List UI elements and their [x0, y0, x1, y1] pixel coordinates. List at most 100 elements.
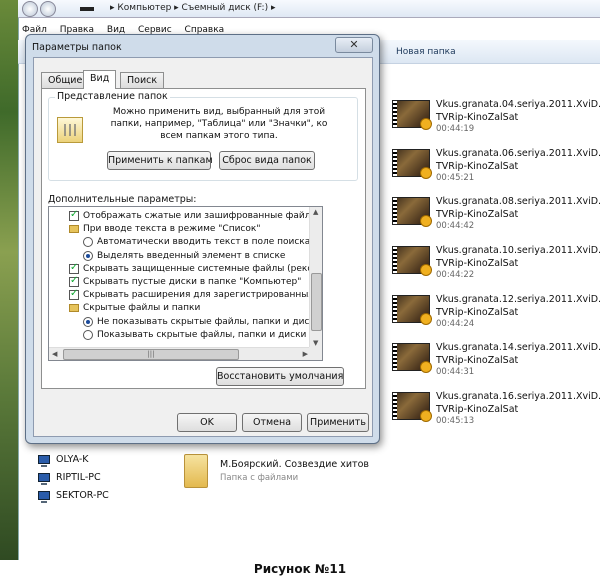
reset-folders-button[interactable]: Сброс вида папок — [219, 151, 315, 170]
drive-icon — [80, 7, 94, 11]
checkbox-icon[interactable] — [69, 209, 79, 221]
view-description: Можно применить вид, выбранный для этой … — [110, 107, 328, 141]
folder-type: Папка с файлами — [220, 473, 299, 483]
video-duration: 00:44:22 — [436, 270, 475, 281]
apply-to-folders-button[interactable]: Применить к папкам — [107, 151, 213, 170]
folder-name: М.Боярский. Созвездие хитов — [220, 459, 369, 470]
option-label: Скрывать расширения для зарегистрированн… — [83, 290, 322, 301]
video-duration: 00:44:42 — [436, 221, 475, 232]
file-list: Vkus.granata.04.seriya.2011.XviD.IP TVRip… — [390, 94, 600, 435]
forward-button-icon[interactable] — [40, 1, 56, 17]
option-label: При вводе текста в режиме "Список" — [83, 224, 261, 235]
view-tab-panel: Представление папок Можно применить вид,… — [41, 88, 366, 389]
advanced-option-check[interactable]: Скрывать пустые диски в папке "Компьютер… — [69, 275, 301, 289]
video-thumbnail-icon — [392, 246, 432, 277]
option-label: Показывать скрытые файлы, папки и диски — [97, 329, 307, 340]
folder-options-dialog: Параметры папок ✕ Общие Вид Поиск Предст… — [25, 34, 380, 444]
video-file-item[interactable]: Vkus.granata.14.seriya.2011.XviD.IP TVRip… — [390, 337, 600, 386]
new-folder-button[interactable]: Новая папка — [396, 47, 456, 57]
video-thumbnail-icon — [392, 100, 432, 130]
network-item[interactable]: OLYA-K — [38, 450, 109, 468]
video-file-name: Vkus.granata.08.seriya.2011.XviD.IP TVRip… — [436, 196, 600, 221]
option-label: Скрытые файлы и папки — [83, 303, 201, 314]
dialog-body: Общие Вид Поиск Представление папок Можн… — [33, 57, 373, 437]
video-file-item[interactable]: Vkus.granata.12.seriya.2011.XviD.IP TVRip… — [390, 289, 600, 338]
folder-item[interactable]: М.Боярский. Созвездие хитов Папка с файл… — [180, 452, 400, 492]
video-thumbnail-icon — [392, 148, 432, 179]
video-file-name: Vkus.granata.10.seriya.2011.XviD.IP TVRip… — [436, 245, 600, 270]
scroll-right-icon[interactable]: ▶ — [303, 350, 308, 358]
advanced-option-check[interactable]: Скрывать защищенные системные файлы (рек… — [69, 262, 323, 276]
vertical-scrollbar[interactable]: ▲ ▼ — [309, 207, 322, 348]
folder-view-icon — [57, 117, 83, 143]
advanced-option-radio[interactable]: Показывать скрытые файлы, папки и диски — [83, 328, 306, 342]
radio-icon[interactable] — [83, 316, 93, 327]
tab-search[interactable]: Поиск — [120, 72, 165, 88]
vertical-scroll-thumb[interactable] — [311, 273, 322, 331]
advanced-option-radio[interactable]: Не показывать скрытые файлы, папки и дис… — [83, 315, 321, 329]
radio-icon[interactable] — [83, 237, 93, 248]
advanced-option-folder: Скрытые файлы и папки — [69, 301, 200, 315]
close-button[interactable]: ✕ — [335, 37, 373, 53]
option-label: Отображать сжатые или зашифрованные файл… — [83, 211, 323, 221]
video-file-item[interactable]: Vkus.granata.04.seriya.2011.XviD.IP TVRip… — [390, 94, 600, 143]
folder-icon — [69, 225, 79, 234]
address-bar[interactable]: ▸ Компьютер ▸ Съемный диск (F:) ▸ — [18, 0, 600, 18]
option-label: Не показывать скрытые файлы, папки и дис… — [97, 316, 321, 327]
video-duration: 00:44:24 — [436, 318, 475, 329]
breadcrumb[interactable]: ▸ Компьютер ▸ Съемный диск (F:) ▸ — [110, 3, 275, 13]
network-item[interactable]: SEKTOR-PC — [38, 486, 109, 504]
network-item[interactable]: RIPTIL-PC — [38, 468, 109, 486]
tab-view[interactable]: Вид — [83, 70, 117, 89]
folder-icon — [69, 304, 79, 313]
scroll-corner — [309, 347, 322, 360]
video-thumbnail-icon — [392, 294, 432, 325]
figure-caption: Рисунок №11 — [253, 562, 347, 576]
advanced-settings-list[interactable]: Отображать сжатые или зашифрованные файл… — [48, 206, 323, 361]
video-duration: 00:45:13 — [436, 416, 475, 427]
scroll-left-icon[interactable]: ◀ — [52, 350, 57, 358]
option-label: Скрывать защищенные системные файлы (рек… — [83, 263, 323, 274]
video-file-name: Vkus.granata.14.seriya.2011.XviD.IP TVRip… — [436, 342, 600, 367]
computer-icon — [38, 490, 50, 503]
video-file-name: Vkus.granata.12.seriya.2011.XviD.IP TVRip… — [436, 293, 600, 318]
dialog-title: Параметры папок — [32, 42, 122, 53]
restore-defaults-button[interactable]: Восстановить умолчания — [216, 367, 344, 386]
video-file-item[interactable]: Vkus.granata.10.seriya.2011.XviD.IP TVRip… — [390, 240, 600, 289]
apply-button[interactable]: Применить — [307, 413, 369, 432]
checkbox-icon[interactable] — [69, 275, 79, 287]
radio-icon[interactable] — [83, 250, 93, 261]
scroll-down-icon[interactable]: ▼ — [313, 339, 318, 347]
advanced-option-radio[interactable]: Автоматически вводить текст в поле поиск… — [83, 235, 310, 249]
video-file-item[interactable]: Vkus.granata.08.seriya.2011.XviD.IP TVRip… — [390, 191, 600, 240]
option-label: Скрывать пустые диски в папке "Компьютер… — [83, 277, 302, 287]
folder-icon — [184, 454, 208, 488]
cancel-button[interactable]: Отмена — [242, 413, 302, 432]
advanced-option-check[interactable]: Скрывать расширения для зарегистрированн… — [69, 288, 322, 302]
advanced-settings-label: Дополнительные параметры: — [48, 194, 197, 205]
ok-button[interactable]: OK — [177, 413, 237, 432]
video-file-name: Vkus.granata.06.seriya.2011.XviD.IP TVRip… — [436, 147, 600, 172]
video-file-name: Vkus.granata.16.seriya.2011.XviD.IP TVRip… — [436, 391, 600, 416]
video-duration: 00:44:19 — [436, 124, 475, 134]
checkbox-icon[interactable] — [69, 288, 79, 301]
scroll-up-icon[interactable]: ▲ — [313, 208, 318, 216]
horizontal-scroll-thumb[interactable]: ||| — [63, 349, 239, 360]
option-label: Выделять введенный элемент в списке — [97, 250, 286, 261]
group-legend: Представление папок — [55, 91, 170, 102]
horizontal-scrollbar[interactable]: ◀ ||| ▶ — [49, 347, 311, 360]
video-file-item[interactable]: Vkus.granata.16.seriya.2011.XviD.IP TVRip… — [390, 386, 600, 435]
advanced-option-radio[interactable]: Выделять введенный элемент в списке — [83, 249, 285, 263]
option-label: Автоматически вводить текст в поле поиск… — [97, 237, 311, 248]
video-thumbnail-icon — [392, 392, 432, 423]
checkbox-icon[interactable] — [69, 262, 79, 274]
advanced-option-folder: При вводе текста в режиме "Список" — [69, 222, 260, 236]
network-list: OLYA-K RIPTIL-PC SEKTOR-PC — [38, 450, 109, 504]
radio-icon[interactable] — [83, 329, 93, 340]
video-file-name: Vkus.granata.04.seriya.2011.XviD.IP TVRip… — [436, 99, 600, 123]
advanced-option-check[interactable]: Отображать сжатые или зашифрованные файл… — [69, 209, 323, 223]
computer-icon — [38, 454, 50, 467]
back-button-icon[interactable] — [22, 1, 38, 17]
video-thumbnail-icon — [392, 197, 432, 228]
video-file-item[interactable]: Vkus.granata.06.seriya.2011.XviD.IP TVRip… — [390, 143, 600, 192]
